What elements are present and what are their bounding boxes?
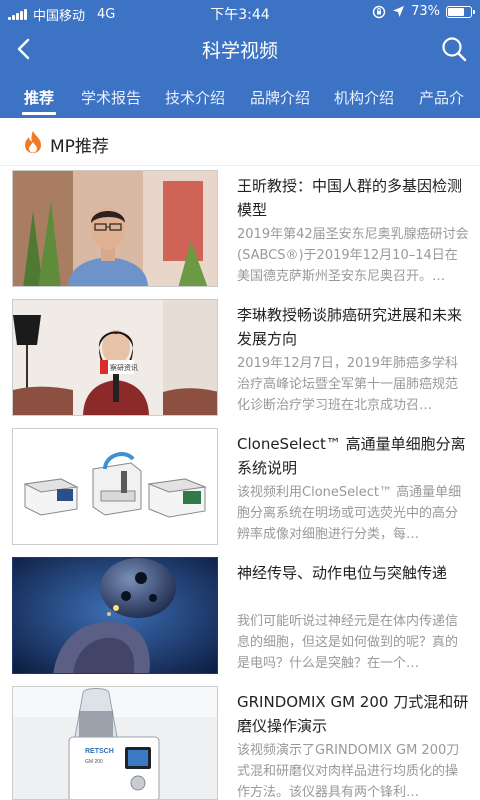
video-title[interactable]: CloneSelect™ 高通量单细胞分离系统说明: [237, 432, 469, 480]
tab-technology[interactable]: 技术介绍: [165, 87, 225, 108]
video-title[interactable]: 王昕教授：中国人群的多基因检测模型: [237, 174, 469, 222]
video-thumbnail[interactable]: 察研资讯: [12, 299, 218, 416]
tab-product[interactable]: 产品介: [419, 87, 464, 108]
video-title[interactable]: 李琳教授畅谈肺癌研究进展和未来发展方向: [237, 303, 469, 351]
video-description: 2019年12月7日，2019年肺癌多学科治疗高峰论坛暨全军第十一届肺癌规范化诊…: [237, 356, 459, 413]
video-card[interactable]: RETSCH GM 200 GRINDOMIX GM 200 刀式混和研磨仪操作…: [0, 686, 480, 800]
video-description: 我们可能听说过神经元是在体内传递信息的细胞，但这是如何做到的呢？真的是电吗？什么…: [237, 614, 459, 671]
active-tab-indicator: [22, 112, 56, 115]
tab-recommend[interactable]: 推荐: [24, 87, 54, 108]
tab-institution[interactable]: 机构介绍: [334, 87, 394, 108]
video-description: 2019年第42届圣安东尼奥乳腺癌研讨会(SABCS®)于2019年12月10–…: [237, 227, 469, 284]
battery-icon: [446, 5, 475, 18]
video-card[interactable]: 王昕教授：中国人群的多基因检测模型 2019年第42届圣安东尼奥乳腺癌研讨会(S…: [0, 170, 480, 298]
category-tabs: 推荐 学术报告 技术介绍 品牌介绍 机构介绍 产品介: [0, 80, 480, 118]
flame-icon: [25, 131, 41, 153]
video-title[interactable]: 神经传导、动作电位与突触传递: [237, 561, 469, 609]
video-title[interactable]: GRINDOMIX GM 200 刀式混和研磨仪操作演示: [237, 690, 469, 738]
rotation-lock-icon: [372, 5, 386, 18]
video-thumbnail[interactable]: [12, 170, 218, 287]
video-card[interactable]: CloneSelect™ 高通量单细胞分离系统说明 该视频利用CloneSele…: [0, 428, 480, 556]
video-card[interactable]: 神经传导、动作电位与突触传递 我们可能听说过神经元是在体内传递信息的细胞，但这是…: [0, 557, 480, 685]
app-header: 中国移动 4G 下午3:44 73% 科学视频 推荐 学术报告 技术介绍 品牌介…: [0, 0, 480, 118]
video-description: 该视频演示了GRINDOMIX GM 200刀式混和研磨仪对肉样品进行均质化的操…: [237, 743, 460, 800]
video-card[interactable]: 察研资讯 李琳教授畅谈肺癌研究进展和未来发展方向 2019年12月7日，2019…: [0, 299, 480, 427]
video-description: 该视频利用CloneSelect™ 高通量单细胞分离系统在明场或可选荧光中的高分…: [237, 485, 462, 542]
battery-percent: 73%: [411, 4, 440, 19]
mic-badge-text: 察研资讯: [110, 363, 138, 372]
search-icon[interactable]: [440, 35, 468, 63]
video-thumbnail[interactable]: RETSCH GM 200: [12, 686, 218, 800]
video-thumbnail[interactable]: [12, 428, 218, 545]
tab-brand[interactable]: 品牌介绍: [250, 87, 310, 108]
tab-academic-report[interactable]: 学术报告: [81, 87, 141, 108]
section-header: MP推荐: [0, 118, 480, 166]
video-thumbnail[interactable]: [12, 557, 218, 674]
status-bar: 中国移动 4G 下午3:44 73%: [0, 0, 480, 26]
section-title: MP推荐: [50, 137, 109, 157]
device-model-text: GM 200: [85, 759, 103, 765]
location-arrow-icon: [393, 6, 405, 17]
device-brand-text: RETSCH: [85, 748, 114, 755]
nav-bar: 科学视频: [0, 26, 480, 72]
page-title: 科学视频: [201, 40, 278, 62]
